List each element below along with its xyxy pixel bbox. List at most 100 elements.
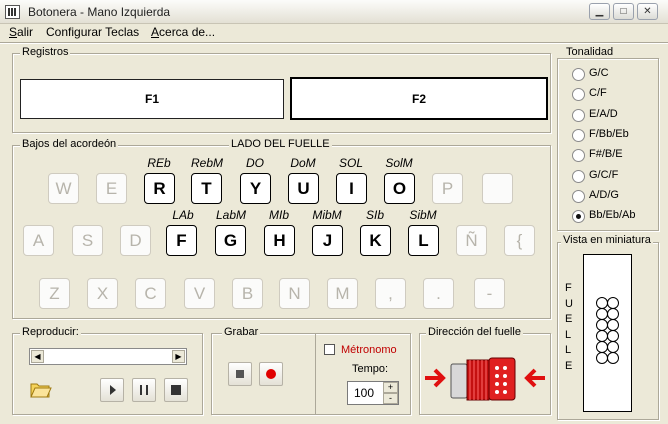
bass-key-row1[interactable]: O xyxy=(384,173,415,204)
radio-button[interactable] xyxy=(572,68,585,81)
scroll-right-button[interactable]: ▶ xyxy=(172,350,185,363)
bass-key-row2[interactable]: A xyxy=(23,225,54,256)
minimize-icon: ▁ xyxy=(595,6,604,17)
bass-key-row3[interactable]: N xyxy=(279,278,310,309)
menu-acerca-de[interactable]: Acerca de... xyxy=(151,25,215,39)
fuelle-letter: F xyxy=(565,282,572,294)
radio-button[interactable] xyxy=(572,128,585,142)
bass-key-row1[interactable]: W xyxy=(48,173,79,204)
stop-icon xyxy=(236,370,244,378)
bass-key-row1[interactable]: E xyxy=(96,173,127,204)
menu-bar: Salir Configurar Teclas Acerca de... xyxy=(0,24,668,42)
tempo-up-button[interactable]: + xyxy=(383,382,398,393)
open-folder-button[interactable] xyxy=(28,376,52,400)
pause-button[interactable] xyxy=(132,378,156,402)
bass-key-row2[interactable]: J xyxy=(312,225,343,256)
menu-separator xyxy=(0,42,668,44)
minimize-button[interactable]: ▁ xyxy=(589,3,610,20)
tonalidad-option[interactable]: F#/B/E xyxy=(572,147,652,165)
bass-key-row3[interactable]: B xyxy=(232,278,263,309)
accordion-icon xyxy=(450,357,516,401)
reproducir-legend: Reproducir: xyxy=(20,326,81,338)
bass-key-row3[interactable]: , xyxy=(375,278,406,309)
tonalidad-option[interactable]: A/D/G xyxy=(572,188,652,206)
bass-key-row2[interactable]: Ñ xyxy=(456,225,487,256)
bass-key-row1[interactable]: Y xyxy=(240,173,271,204)
tonalidad-option-label: G/C/F xyxy=(589,168,619,181)
bass-key-row1[interactable]: P xyxy=(432,173,463,204)
stop-button[interactable] xyxy=(164,378,188,402)
maximize-icon: □ xyxy=(620,6,627,17)
arrow-right-icon: ▶ xyxy=(175,352,182,361)
menu-configurar-teclas[interactable]: Configurar Teclas xyxy=(46,25,139,39)
radio-button[interactable] xyxy=(572,149,585,163)
scroll-left-button[interactable]: ◀ xyxy=(31,350,44,363)
bass-key-row3[interactable]: . xyxy=(423,278,454,309)
tonalidad-option-label: Bb/Eb/Ab xyxy=(589,209,636,222)
bass-key-row2[interactable]: G xyxy=(215,225,246,256)
bass-key-row3[interactable]: V xyxy=(184,278,215,309)
bass-key-row3[interactable]: C xyxy=(135,278,166,309)
fuelle-letter: L xyxy=(565,344,572,356)
tonalidad-option[interactable]: G/C xyxy=(572,66,652,84)
bass-key-row2[interactable]: F xyxy=(166,225,197,256)
maximize-button[interactable]: □ xyxy=(613,3,634,20)
metronome-checkbox[interactable] xyxy=(324,344,335,355)
radio-button[interactable] xyxy=(572,189,585,203)
grabar-divider xyxy=(315,333,316,415)
bass-note-label: SolM xyxy=(385,156,413,170)
arrow-left-icon: ◀ xyxy=(34,352,41,361)
bass-key-row1[interactable]: T xyxy=(191,173,222,204)
bass-key-row2[interactable]: S xyxy=(72,225,103,256)
f1-button[interactable]: F1 xyxy=(20,79,284,119)
tempo-down-button[interactable]: - xyxy=(383,393,398,404)
stop-record-button[interactable] xyxy=(228,362,252,386)
record-button[interactable] xyxy=(259,362,283,386)
playback-scrollbar[interactable]: ◀ ▶ xyxy=(29,348,187,365)
tonalidad-option-label: C/F xyxy=(589,87,607,100)
tonalidad-option-label: F/Bb/Eb xyxy=(589,127,629,140)
bajos-legend: Bajos del acordeón xyxy=(20,138,119,150)
miniatura-legend: Vista en miniatura xyxy=(561,234,653,246)
tonalidad-option[interactable]: G/C/F xyxy=(572,168,652,186)
menu-salir[interactable]: Salir xyxy=(9,25,33,39)
bass-key-row2[interactable]: L xyxy=(408,225,439,256)
play-button[interactable] xyxy=(100,378,124,402)
bass-key-row2[interactable]: K xyxy=(360,225,391,256)
bass-key-row1[interactable]: R xyxy=(144,173,175,204)
radio-button[interactable] xyxy=(572,169,585,183)
tonalidad-option[interactable]: E/A/D xyxy=(572,107,652,125)
bass-key-row1[interactable]: U xyxy=(288,173,319,204)
title-bar: Botonera - Mano Izquierda ▁ □ ✕ xyxy=(0,0,668,24)
folder-icon xyxy=(30,383,52,398)
close-button[interactable]: ✕ xyxy=(637,3,658,20)
play-icon xyxy=(110,385,116,395)
bass-key-row2[interactable]: { xyxy=(504,225,535,256)
tonalidad-option[interactable]: C/F xyxy=(572,86,652,104)
radio-button[interactable] xyxy=(572,88,585,102)
bass-key-row3[interactable]: X xyxy=(87,278,118,309)
radio-button[interactable] xyxy=(572,108,585,122)
bass-key-row1[interactable] xyxy=(482,173,513,204)
close-icon: ✕ xyxy=(643,6,652,17)
mini-buttons-graphic xyxy=(596,297,619,364)
bass-key-row3[interactable]: M xyxy=(327,278,358,309)
registros-legend: Registros xyxy=(20,46,71,58)
bass-key-row1[interactable]: I xyxy=(336,173,367,204)
bass-key-row2[interactable]: H xyxy=(264,225,295,256)
arrow-right-icon xyxy=(425,368,446,388)
bass-key-row3[interactable]: - xyxy=(474,278,505,309)
bass-key-row2[interactable]: D xyxy=(120,225,151,256)
arrow-left-icon xyxy=(524,368,545,388)
tonalidad-option-label: E/A/D xyxy=(589,107,618,120)
mini-accordion-view xyxy=(583,254,632,412)
f2-button[interactable]: F2 xyxy=(290,77,548,120)
tonalidad-option[interactable]: F/Bb/Eb xyxy=(572,127,652,145)
lado-fuelle-label: LADO DEL FUELLE xyxy=(229,138,332,150)
tempo-spinner[interactable]: 100 + - xyxy=(347,381,399,405)
radio-button[interactable] xyxy=(572,210,585,224)
bass-key-row3[interactable]: Z xyxy=(39,278,70,309)
scroll-track[interactable] xyxy=(45,350,172,363)
record-icon xyxy=(266,369,276,379)
tonalidad-option[interactable]: Bb/Eb/Ab xyxy=(572,208,652,226)
